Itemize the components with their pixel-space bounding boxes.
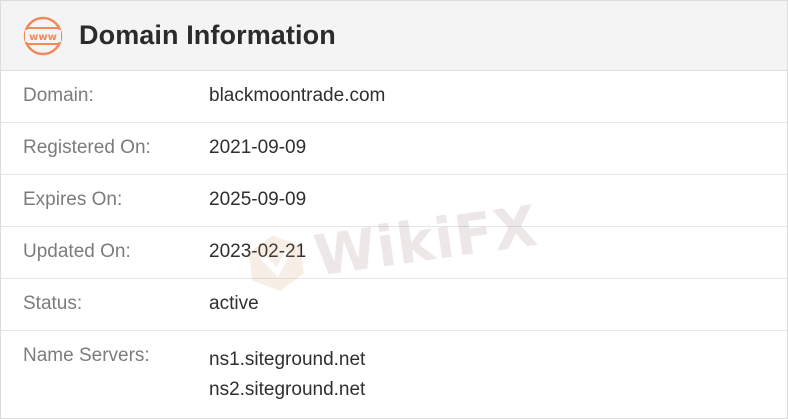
updated-on-value: 2023-02-21 (209, 241, 307, 262)
domain-label: Domain: (23, 85, 94, 106)
registered-on-label: Registered On: (23, 137, 151, 158)
card-header: www Domain Information (1, 1, 787, 71)
row-expires-on: Expires On: 2025-09-09 (1, 175, 787, 227)
updated-on-label: Updated On: (23, 241, 131, 262)
row-updated-on: Updated On: 2023-02-21 (1, 227, 787, 279)
status-label: Status: (23, 293, 83, 314)
www-icon: www (23, 16, 63, 55)
name-servers-list: ns1.siteground.net ns2.siteground.net (209, 345, 365, 405)
name-server-2: ns2.siteground.net (209, 379, 366, 400)
registered-on-value: 2021-09-09 (209, 137, 307, 158)
domain-value: blackmoontrade.com (209, 85, 386, 106)
name-servers-label: Name Servers: (23, 345, 150, 366)
row-name-servers: Name Servers: ns1.siteground.net ns2.sit… (1, 331, 787, 411)
www-icon-text: www (29, 32, 57, 43)
row-status: Status: active (1, 279, 787, 331)
name-server-1: ns1.siteground.net (209, 349, 366, 370)
row-domain: Domain: blackmoontrade.com (1, 71, 787, 123)
status-value: active (209, 293, 259, 314)
expires-on-label: Expires On: (23, 189, 123, 210)
domain-info-card: www Domain Information Domain: blackmoon… (0, 0, 788, 419)
row-registered-on: Registered On: 2021-09-09 (1, 123, 787, 175)
expires-on-value: 2025-09-09 (209, 189, 307, 210)
page-title: Domain Information (79, 20, 336, 50)
